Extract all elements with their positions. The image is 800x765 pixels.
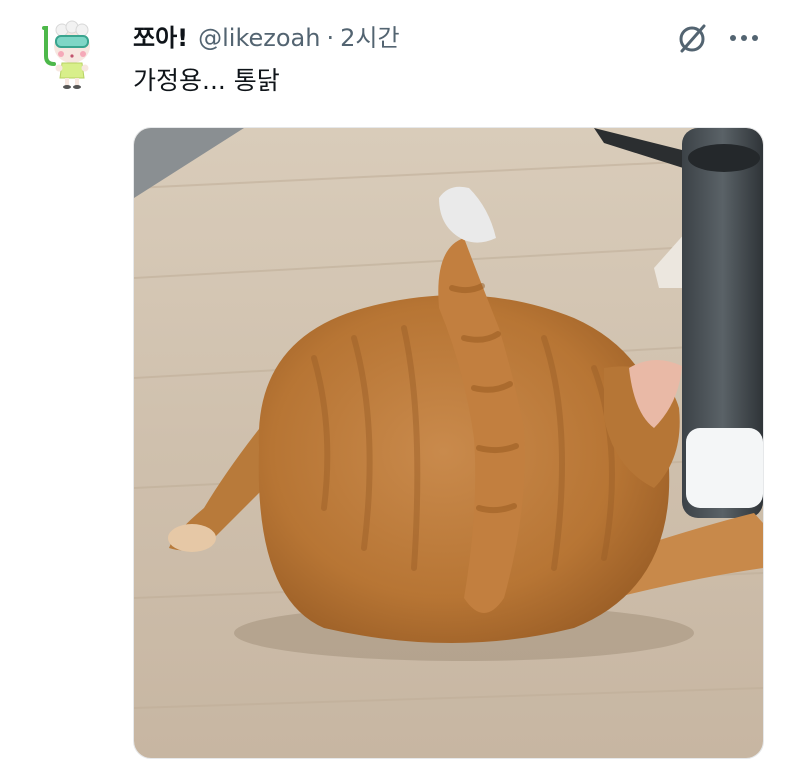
timestamp[interactable]: 2시간 — [340, 22, 399, 54]
cat-photo-illustration — [134, 128, 763, 758]
display-name[interactable]: 쪼아! — [133, 22, 188, 54]
separator-dot: · — [326, 24, 335, 52]
snorkel-mascot-avatar-icon — [42, 20, 90, 89]
tweet: 쪼아! @likezoah · 2시간 가정용... 통닭 — [0, 0, 800, 765]
tweet-photo[interactable] — [133, 127, 764, 759]
user-handle[interactable]: @likezoah — [198, 22, 320, 54]
tweet-header: 쪼아! @likezoah · 2시간 — [133, 22, 400, 54]
avatar[interactable] — [34, 16, 104, 96]
tweet-text: 가정용... 통닭 — [133, 66, 280, 95]
more-horizontal-icon[interactable] — [726, 24, 766, 52]
grok-slash-icon[interactable] — [676, 21, 710, 55]
